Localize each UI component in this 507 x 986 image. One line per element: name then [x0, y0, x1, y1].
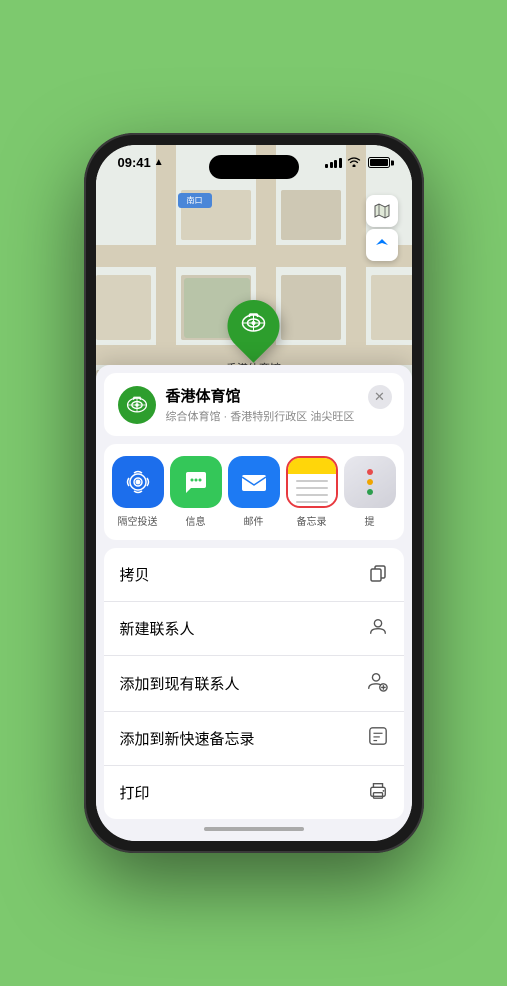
- quick-note-svg: [368, 726, 388, 746]
- print-icon: [368, 780, 388, 805]
- quick-note-icon: [368, 726, 388, 751]
- messages-label: 信息: [186, 513, 206, 528]
- location-button[interactable]: [366, 229, 398, 261]
- share-actions-row: 隔空投送 信息: [104, 444, 404, 540]
- messages-svg: [181, 467, 211, 497]
- venue-subtitle: 综合体育馆 · 香港特别行政区 油尖旺区: [166, 408, 390, 424]
- copy-icon: [368, 562, 388, 587]
- more-label: 提: [365, 513, 375, 528]
- notes-label: 备忘录: [297, 513, 327, 528]
- add-contact-label: 添加到现有联系人: [120, 673, 240, 694]
- stadium-icon: [240, 309, 268, 337]
- pin-inner: [240, 309, 268, 343]
- more-dots: [367, 469, 373, 495]
- phone-frame: 09:41 ▲: [84, 133, 424, 853]
- add-contact-icon: [366, 670, 388, 697]
- venue-info: 香港体育馆 综合体育馆 · 香港特别行政区 油尖旺区: [166, 385, 390, 424]
- more-icon: [344, 456, 396, 508]
- map-type-button[interactable]: [366, 195, 398, 227]
- bottom-sheet: 香港体育馆 综合体育馆 · 香港特别行政区 油尖旺区 ✕: [96, 365, 412, 841]
- home-bar: [204, 827, 304, 831]
- venue-name: 香港体育馆: [166, 385, 390, 406]
- signal-bars: [325, 157, 342, 168]
- venue-stadium-icon: [125, 393, 149, 417]
- add-contact-svg: [366, 670, 388, 692]
- location-arrow-icon: [374, 237, 390, 253]
- mail-svg: [239, 468, 269, 496]
- map-type-icon: [373, 202, 391, 220]
- new-contact-svg: [368, 616, 388, 636]
- mail-label: 邮件: [244, 513, 264, 528]
- share-item-mail[interactable]: 邮件: [228, 456, 280, 528]
- airdrop-svg: [123, 467, 153, 497]
- new-contact-label: 新建联系人: [120, 618, 195, 639]
- mail-icon: [228, 456, 280, 508]
- print-svg: [368, 780, 388, 800]
- action-item-quick-note[interactable]: 添加到新快速备忘录: [104, 712, 404, 766]
- map-controls: [366, 195, 398, 261]
- messages-icon: [170, 456, 222, 508]
- notes-icon-container: [286, 456, 338, 508]
- dynamic-island: [209, 155, 299, 179]
- venue-card: 香港体育馆 综合体育馆 · 香港特别行政区 油尖旺区 ✕: [104, 373, 404, 436]
- share-item-notes[interactable]: 备忘录: [286, 456, 338, 528]
- venue-icon: [118, 386, 156, 424]
- print-label: 打印: [120, 782, 150, 803]
- wifi-icon: [347, 156, 361, 170]
- airdrop-label: 隔空投送: [118, 513, 158, 528]
- copy-label: 拷贝: [120, 564, 150, 585]
- action-list: 拷贝 新建联系人: [104, 548, 404, 819]
- new-contact-icon: [368, 616, 388, 641]
- action-item-new-contact[interactable]: 新建联系人: [104, 602, 404, 656]
- phone-screen: 09:41 ▲: [96, 145, 412, 841]
- status-time: 09:41: [118, 155, 151, 170]
- action-item-add-contact[interactable]: 添加到现有联系人: [104, 656, 404, 712]
- status-icons: [325, 156, 390, 170]
- share-item-more[interactable]: 提: [344, 456, 396, 528]
- map-label: 南口: [178, 193, 212, 208]
- quick-note-label: 添加到新快速备忘录: [120, 728, 255, 749]
- close-button[interactable]: ✕: [368, 385, 392, 409]
- notes-yellow-bar: [288, 458, 336, 474]
- battery-icon: [368, 157, 390, 168]
- airdrop-icon: [112, 456, 164, 508]
- action-item-print[interactable]: 打印: [104, 766, 404, 819]
- action-item-copy[interactable]: 拷贝: [104, 548, 404, 602]
- location-icon: ▲: [154, 157, 164, 168]
- share-item-airdrop[interactable]: 隔空投送: [112, 456, 164, 528]
- share-item-messages[interactable]: 信息: [170, 456, 222, 528]
- pin-circle: [217, 289, 291, 363]
- home-indicator: [96, 819, 412, 841]
- copy-svg: [368, 562, 388, 582]
